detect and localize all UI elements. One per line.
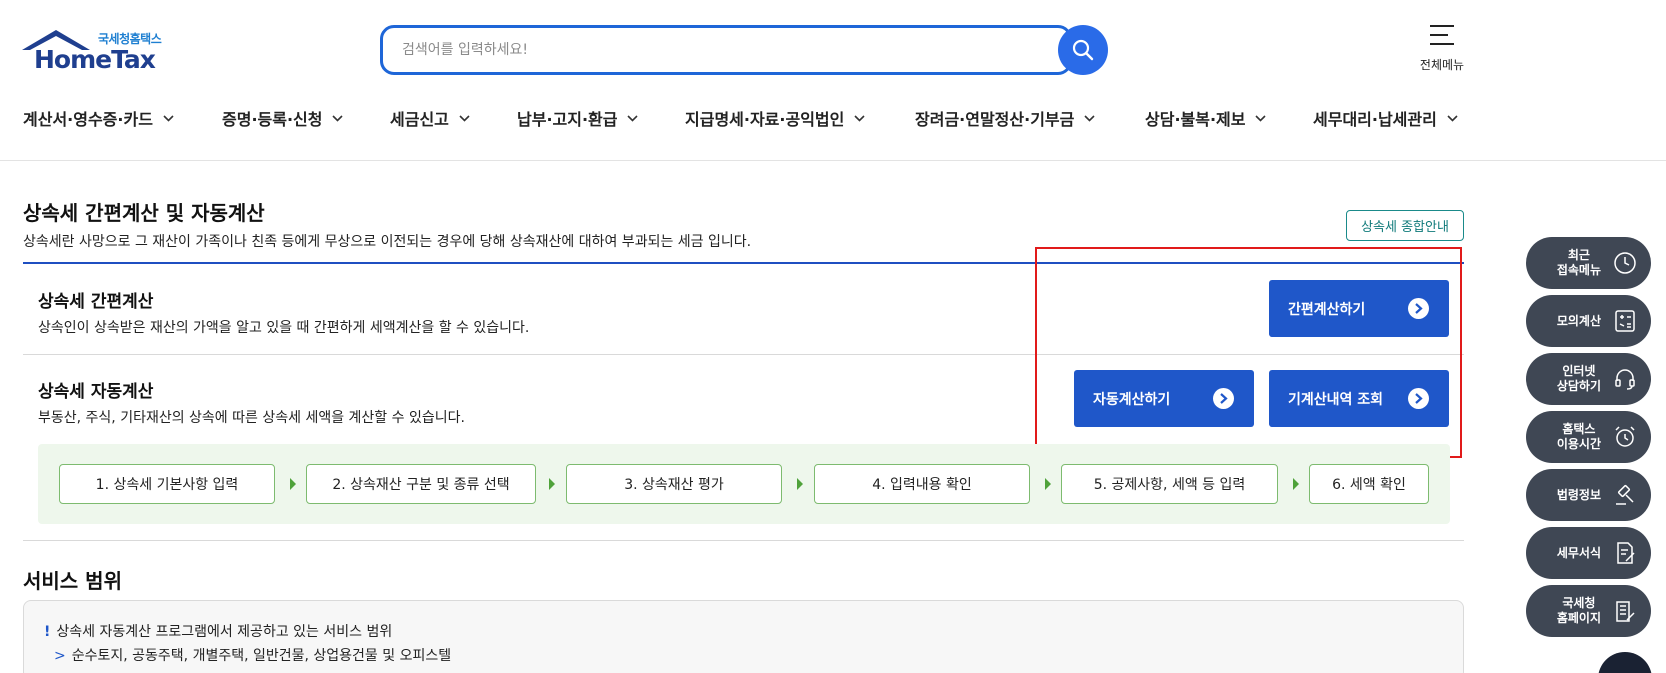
gnb-item-statement[interactable]: 지급명세·자료·공익법인	[685, 106, 865, 130]
auto-calc-description: 부동산, 주식, 기타재산의 상속에 따른 상속세 세액을 계산할 수 있습니다…	[38, 410, 465, 426]
chevron-down-icon	[627, 114, 639, 122]
quick-label: 홈택스 이용시간	[1556, 422, 1601, 451]
calc-history-button-label: 기계산내역 조회	[1288, 391, 1384, 408]
calc-history-button[interactable]: 기계산내역 조회	[1269, 370, 1449, 427]
gnb-item-payment[interactable]: 납부·고지·환급	[517, 106, 639, 130]
service-scope-note: ! 상속세 자동계산 프로그램에서 제공하고 있는 서비스 범위	[44, 621, 392, 641]
exclamation-icon: !	[44, 624, 51, 640]
gnb-item-label: 증명·등록·신청	[222, 110, 323, 129]
gnb-item-label: 세금신고	[390, 110, 449, 129]
hamburger-icon	[1430, 25, 1454, 45]
title-divider	[23, 262, 1464, 264]
service-scope-title: 서비스 범위	[23, 569, 122, 593]
headset-icon	[1615, 369, 1635, 390]
chevron-right-icon	[1408, 388, 1429, 409]
step-item: 5. 공제사항, 세액 등 입력	[1061, 464, 1278, 504]
alarm-icon	[1615, 426, 1635, 447]
chevron-down-icon	[854, 114, 865, 122]
gnb-item-label: 세무대리·납세관리	[1313, 110, 1437, 129]
auto-calc-button-label: 자동계산하기	[1093, 391, 1171, 408]
chevron-down-icon	[332, 114, 344, 122]
chevron-down-icon	[1447, 114, 1458, 122]
step-item: 6. 세액 확인	[1309, 464, 1429, 504]
quick-mock-calc[interactable]: 모의계산	[1526, 295, 1651, 347]
quick-label: 법령정보	[1556, 487, 1601, 502]
chevron-down-icon	[163, 114, 174, 122]
inheritance-tax-guide-button[interactable]: 상속세 종합안내	[1346, 210, 1464, 241]
step-arrow-icon	[1293, 478, 1299, 490]
quick-label: 모의계산	[1556, 313, 1601, 328]
gnb-item-label: 장려금·연말정산·기부금	[915, 110, 1075, 129]
all-menu-label: 전체메뉴	[1419, 58, 1465, 72]
step-item: 3. 상속재산 평가	[566, 464, 782, 504]
gavel-icon	[1616, 485, 1634, 505]
step-item: 2. 상속재산 구분 및 종류 선택	[306, 464, 536, 504]
building-icon	[1616, 601, 1635, 622]
quick-tax-forms[interactable]: 세무서식	[1526, 527, 1651, 579]
gnb-item-label: 납부·고지·환급	[517, 110, 618, 129]
auto-calc-button[interactable]: 자동계산하기	[1074, 370, 1254, 427]
search-button[interactable]	[1058, 25, 1108, 75]
gnb-item-certificate[interactable]: 증명·등록·신청	[222, 106, 344, 130]
step-arrow-icon	[549, 478, 555, 490]
step-arrow-icon	[290, 478, 296, 490]
step-arrow-icon	[1045, 478, 1051, 490]
page-description: 상속세란 사망으로 그 재산이 가족이나 친족 등에게 무상으로 이전되는 경우…	[23, 234, 752, 250]
logo-title: HomeTax	[34, 45, 156, 74]
service-scope-item-text: 순수토지, 공동주택, 개별주택, 일반건물, 상업용건물 및 오피스텔	[71, 648, 452, 664]
row-divider	[23, 354, 1464, 355]
quick-recent-menu[interactable]: 최근 접속메뉴	[1526, 237, 1651, 289]
gnb-item-invoice[interactable]: 계산서·영수증·카드	[23, 106, 174, 130]
step-item: 1. 상속세 기본사항 입력	[59, 464, 275, 504]
header-divider	[0, 160, 1666, 161]
search-input[interactable]	[402, 28, 1022, 72]
chevron-right-icon	[1213, 388, 1234, 409]
calculator-icon	[1615, 310, 1635, 332]
quick-law-info[interactable]: 법령정보	[1526, 469, 1651, 521]
chevron-down-icon	[459, 114, 470, 122]
gnb-item-label: 상담·불복·제보	[1145, 110, 1246, 129]
scroll-top-button[interactable]	[1598, 652, 1652, 673]
quick-label: 세무서식	[1556, 545, 1601, 560]
hometax-logo[interactable]: 국세청홈택스 HomeTax	[22, 26, 172, 76]
gnb-item-incentive[interactable]: 장려금·연말정산·기부금	[915, 106, 1095, 130]
gnb-item-label: 계산서·영수증·카드	[23, 110, 153, 129]
gnb-item-agent[interactable]: 세무대리·납세관리	[1313, 106, 1458, 130]
quick-label: 인터넷 상담하기	[1556, 364, 1601, 393]
document-edit-icon	[1617, 542, 1635, 564]
quick-label: 최근 접속메뉴	[1556, 248, 1601, 277]
calc-steps: 1. 상속세 기본사항 입력 2. 상속재산 구분 및 종류 선택 3. 상속재…	[38, 444, 1450, 524]
service-scope-box: ! 상속세 자동계산 프로그램에서 제공하고 있는 서비스 범위 > 순수토지, 공…	[23, 600, 1464, 673]
simple-calc-description: 상속인이 상속받은 재산의 가액을 알고 있을 때 간편하게 세액계산을 할 수…	[38, 320, 530, 336]
step-item: 4. 입력내용 확인	[814, 464, 1030, 504]
quick-label: 국세청 홈페이지	[1556, 596, 1601, 625]
chevron-right-icon	[1408, 298, 1429, 319]
chevron-down-icon	[1084, 114, 1095, 122]
search-box	[380, 25, 1072, 75]
quick-nts-homepage[interactable]: 국세청 홈페이지	[1526, 585, 1651, 637]
quick-online-consult[interactable]: 인터넷 상담하기	[1526, 353, 1651, 405]
clock-icon	[1614, 252, 1636, 274]
quick-hometax-hours[interactable]: 홈택스 이용시간	[1526, 411, 1651, 463]
simple-calc-title: 상속세 간편계산	[38, 292, 154, 312]
service-scope-item: > 순수토지, 공동주택, 개별주택, 일반건물, 상업용건물 및 오피스텔	[54, 645, 451, 665]
search-icon	[1072, 39, 1094, 61]
section-divider	[23, 540, 1464, 541]
simple-calc-button[interactable]: 간편계산하기	[1269, 280, 1449, 337]
auto-calc-title: 상속세 자동계산	[38, 382, 154, 402]
page-title: 상속세 간편계산 및 자동계산	[23, 201, 265, 225]
gnb-item-tax-report[interactable]: 세금신고	[390, 106, 470, 130]
chevron-right-icon: >	[54, 648, 66, 664]
step-arrow-icon	[797, 478, 803, 490]
gnb-item-label: 지급명세·자료·공익법인	[685, 110, 845, 129]
simple-calc-button-label: 간편계산하기	[1288, 301, 1366, 318]
gnb-item-consult[interactable]: 상담·불복·제보	[1145, 106, 1267, 130]
chevron-down-icon	[1255, 114, 1267, 122]
global-navigation: 계산서·영수증·카드 증명·등록·신청 세금신고 납부·고지·환급 지급명세·자…	[23, 106, 1473, 132]
service-scope-note-text: 상속세 자동계산 프로그램에서 제공하고 있는 서비스 범위	[56, 624, 393, 640]
all-menu-button[interactable]: 전체메뉴	[1412, 24, 1472, 73]
